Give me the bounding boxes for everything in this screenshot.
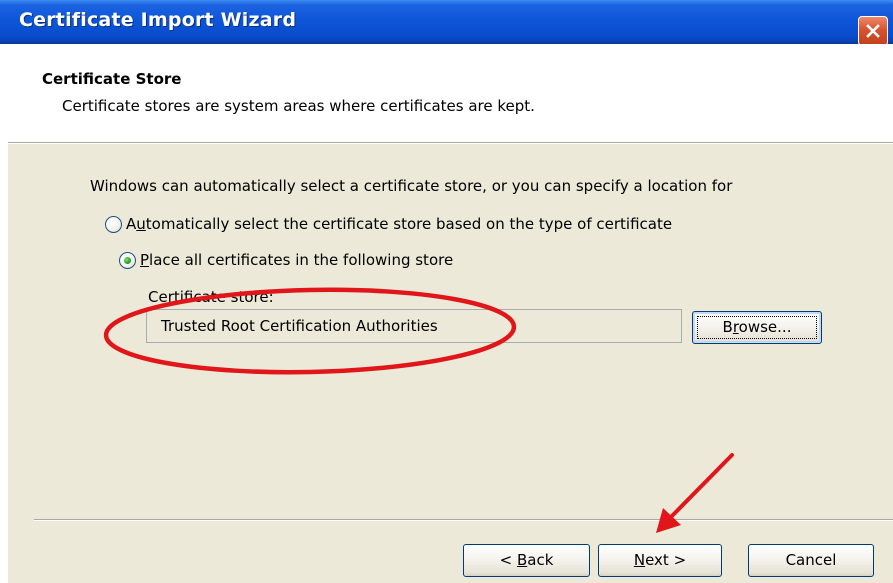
intro-text: Windows can automatically select a certi… (90, 177, 733, 195)
header-panel (8, 44, 893, 142)
next-button[interactable]: Next > (598, 544, 722, 577)
title-bar[interactable]: Certificate Import Wizard (0, 0, 893, 46)
radio-auto-select[interactable]: Automatically select the certificate sto… (105, 215, 785, 237)
left-border (0, 44, 8, 583)
certificate-import-wizard-window: Certificate Import Wizard Certificate St… (0, 0, 893, 583)
wizard-body (8, 144, 893, 583)
radio-selected-dot (124, 257, 131, 264)
cancel-button-label: Cancel (785, 551, 837, 569)
next-button-label: Next > (633, 551, 687, 569)
certificate-store-value: Trusted Root Certification Authorities (161, 317, 438, 335)
close-icon (866, 24, 880, 38)
browse-button[interactable]: Browse... (692, 311, 822, 344)
page-subtitle: Certificate stores are system areas wher… (62, 97, 535, 115)
radio-button-unchecked[interactable] (105, 216, 122, 233)
certificate-store-label: Certificate store: (148, 288, 274, 306)
certificate-store-field[interactable]: Trusted Root Certification Authorities (146, 309, 682, 343)
radio-place-in-store-label: Place all certificates in the following … (140, 251, 454, 269)
radio-button-checked[interactable] (119, 252, 136, 269)
page-title: Certificate Store (42, 70, 182, 88)
back-button-label: < Back (499, 551, 554, 569)
browse-button-label: Browse... (722, 318, 792, 336)
close-button[interactable] (858, 16, 888, 46)
back-button[interactable]: < Back (463, 544, 590, 577)
cancel-button[interactable]: Cancel (748, 544, 874, 577)
footer-divider (34, 519, 893, 521)
radio-place-in-store[interactable]: Place all certificates in the following … (119, 251, 539, 273)
window-title: Certificate Import Wizard (19, 9, 297, 31)
radio-auto-select-label: Automatically select the certificate sto… (126, 215, 673, 233)
